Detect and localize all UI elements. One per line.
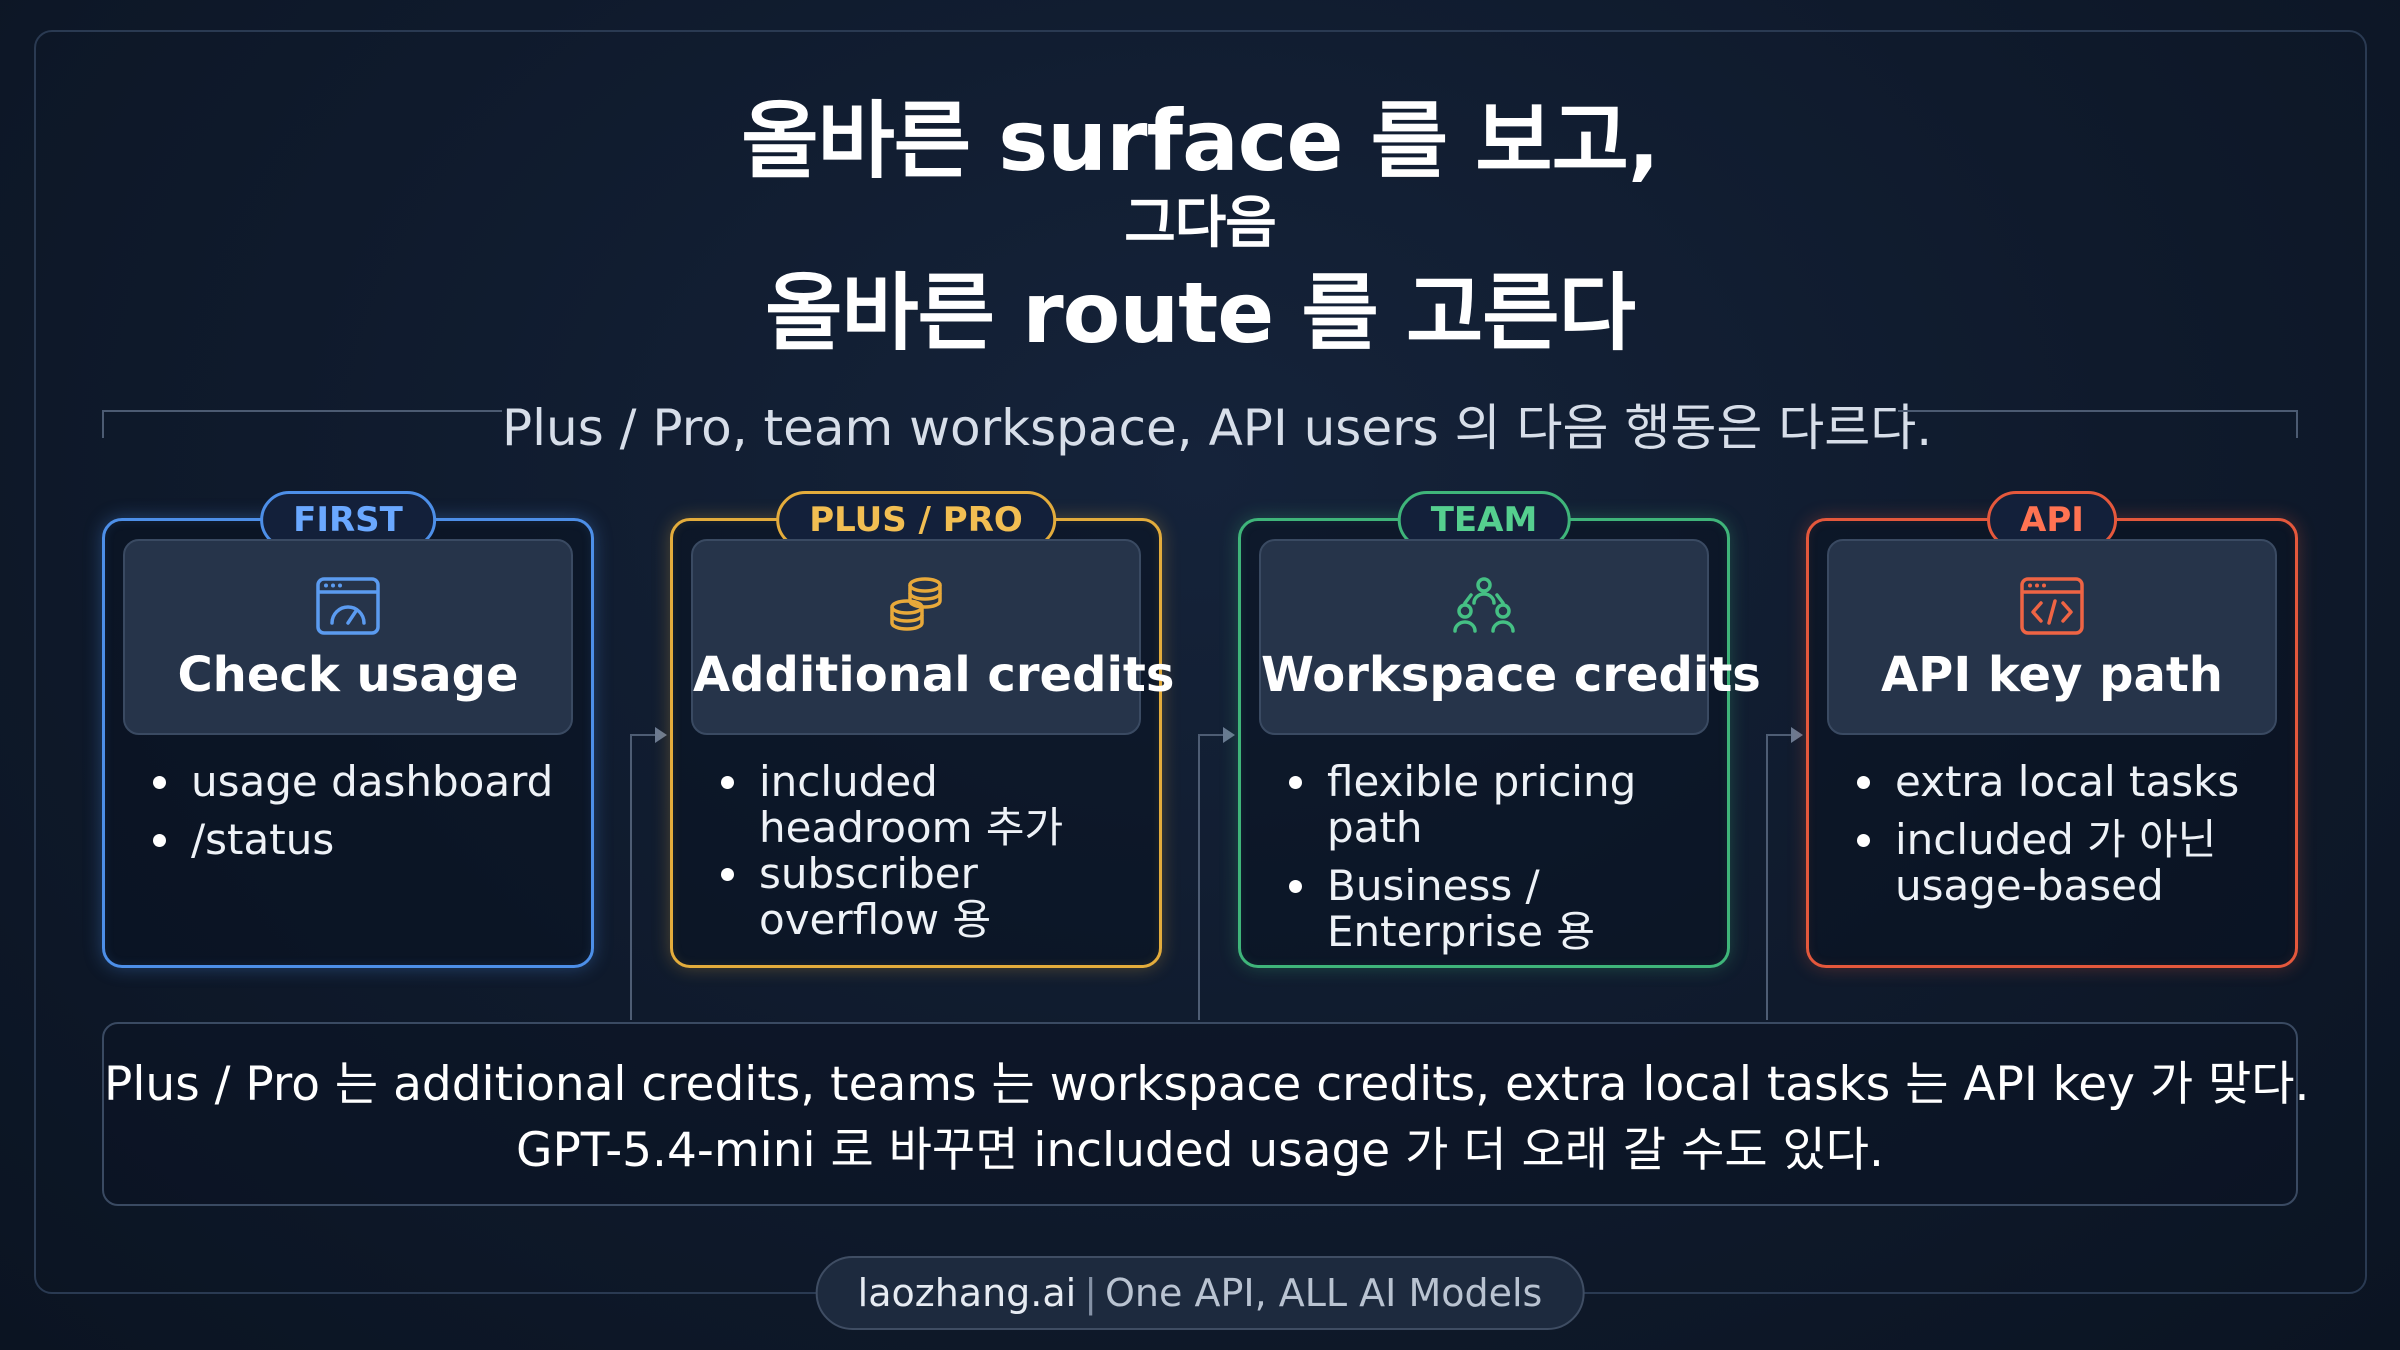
- subtitle-rule-left: [102, 410, 502, 412]
- list-item: /status: [149, 817, 579, 863]
- card-title: Workspace credits: [1261, 647, 1761, 703]
- connector-stub-3: [1767, 734, 1791, 736]
- connector-stub-1: [631, 734, 655, 736]
- connector-arrow-1: [655, 727, 667, 743]
- card-workspace-credits: TEAM Workspace credits flexible pricing …: [1238, 491, 1761, 968]
- card-title: Additional credits: [693, 647, 1175, 703]
- footer-separator: |: [1084, 1271, 1098, 1315]
- list-item: extra local tasks: [1853, 759, 2283, 805]
- subtitle-rule-right: [1898, 410, 2298, 412]
- list-item: subscriber overflow 용: [717, 851, 1147, 943]
- connector-stub-2: [1199, 734, 1223, 736]
- bullet-list: extra local tasks included 가 아닌 usage-ba…: [1853, 759, 2283, 921]
- code-window-icon: [2020, 577, 2084, 635]
- connector-line-3: [1766, 734, 1768, 1020]
- connector-arrow-2: [1223, 727, 1235, 743]
- card-additional-credits: PLUS / PRO Additional credits included h…: [670, 491, 1175, 968]
- list-item: usage dashboard: [149, 759, 579, 805]
- title-line-1: 올바른 surface 를 보고,: [741, 92, 1660, 190]
- usage-gauge-icon: [316, 577, 380, 635]
- summary-line-2: GPT-5.4-mini 로 바꾸면 included usage 가 더 오래…: [516, 1123, 1884, 1178]
- bullet-list: included headroom 추가 subscriber overflow…: [717, 759, 1147, 943]
- bullet-list: usage dashboard /status: [149, 759, 579, 875]
- connector-arrow-3: [1791, 727, 1803, 743]
- list-item: included headroom 추가: [717, 759, 1147, 851]
- team-icon: [1453, 577, 1515, 633]
- footer-brand: laozhang.ai: [857, 1271, 1077, 1315]
- card-header: Additional credits: [691, 539, 1175, 735]
- list-item: included 가 아닌 usage-based: [1853, 817, 2283, 909]
- subtitle-tick-left: [102, 410, 104, 438]
- connector-line-1: [630, 734, 632, 1020]
- card-header: Check usage: [123, 539, 573, 735]
- title-line-3: 올바른 route 를 고른다: [765, 264, 1636, 362]
- card-header: API key path: [1827, 539, 2277, 735]
- subtitle-tick-right: [2296, 410, 2298, 438]
- footer-tagline: One API, ALL AI Models: [1105, 1271, 1543, 1315]
- bullet-list: flexible pricing path Business / Enterpr…: [1285, 759, 1715, 967]
- list-item: flexible pricing path: [1285, 759, 1715, 851]
- coins-icon: [890, 577, 942, 631]
- subtitle: Plus / Pro, team workspace, API users 의 …: [502, 399, 1933, 457]
- card-title: Check usage: [177, 647, 519, 703]
- card-api-key-path: API API key path extra local tasks inclu…: [1806, 491, 2298, 968]
- card-header: Workspace credits: [1259, 539, 1761, 735]
- footer-pill: laozhang.ai | One API, ALL AI Models: [815, 1256, 1585, 1330]
- summary-box: Plus / Pro 는 additional credits, teams 는…: [102, 1022, 2310, 1206]
- card-check-usage: FIRST Check usage usage dashboard /statu…: [102, 491, 594, 968]
- subtitle-row: Plus / Pro, team workspace, API users 의 …: [102, 388, 2298, 460]
- list-item: Business / Enterprise 용: [1285, 863, 1715, 955]
- connector-line-2: [1198, 734, 1200, 1020]
- summary-line-1: Plus / Pro 는 additional credits, teams 는…: [104, 1057, 2310, 1112]
- card-title: API key path: [1881, 647, 2223, 703]
